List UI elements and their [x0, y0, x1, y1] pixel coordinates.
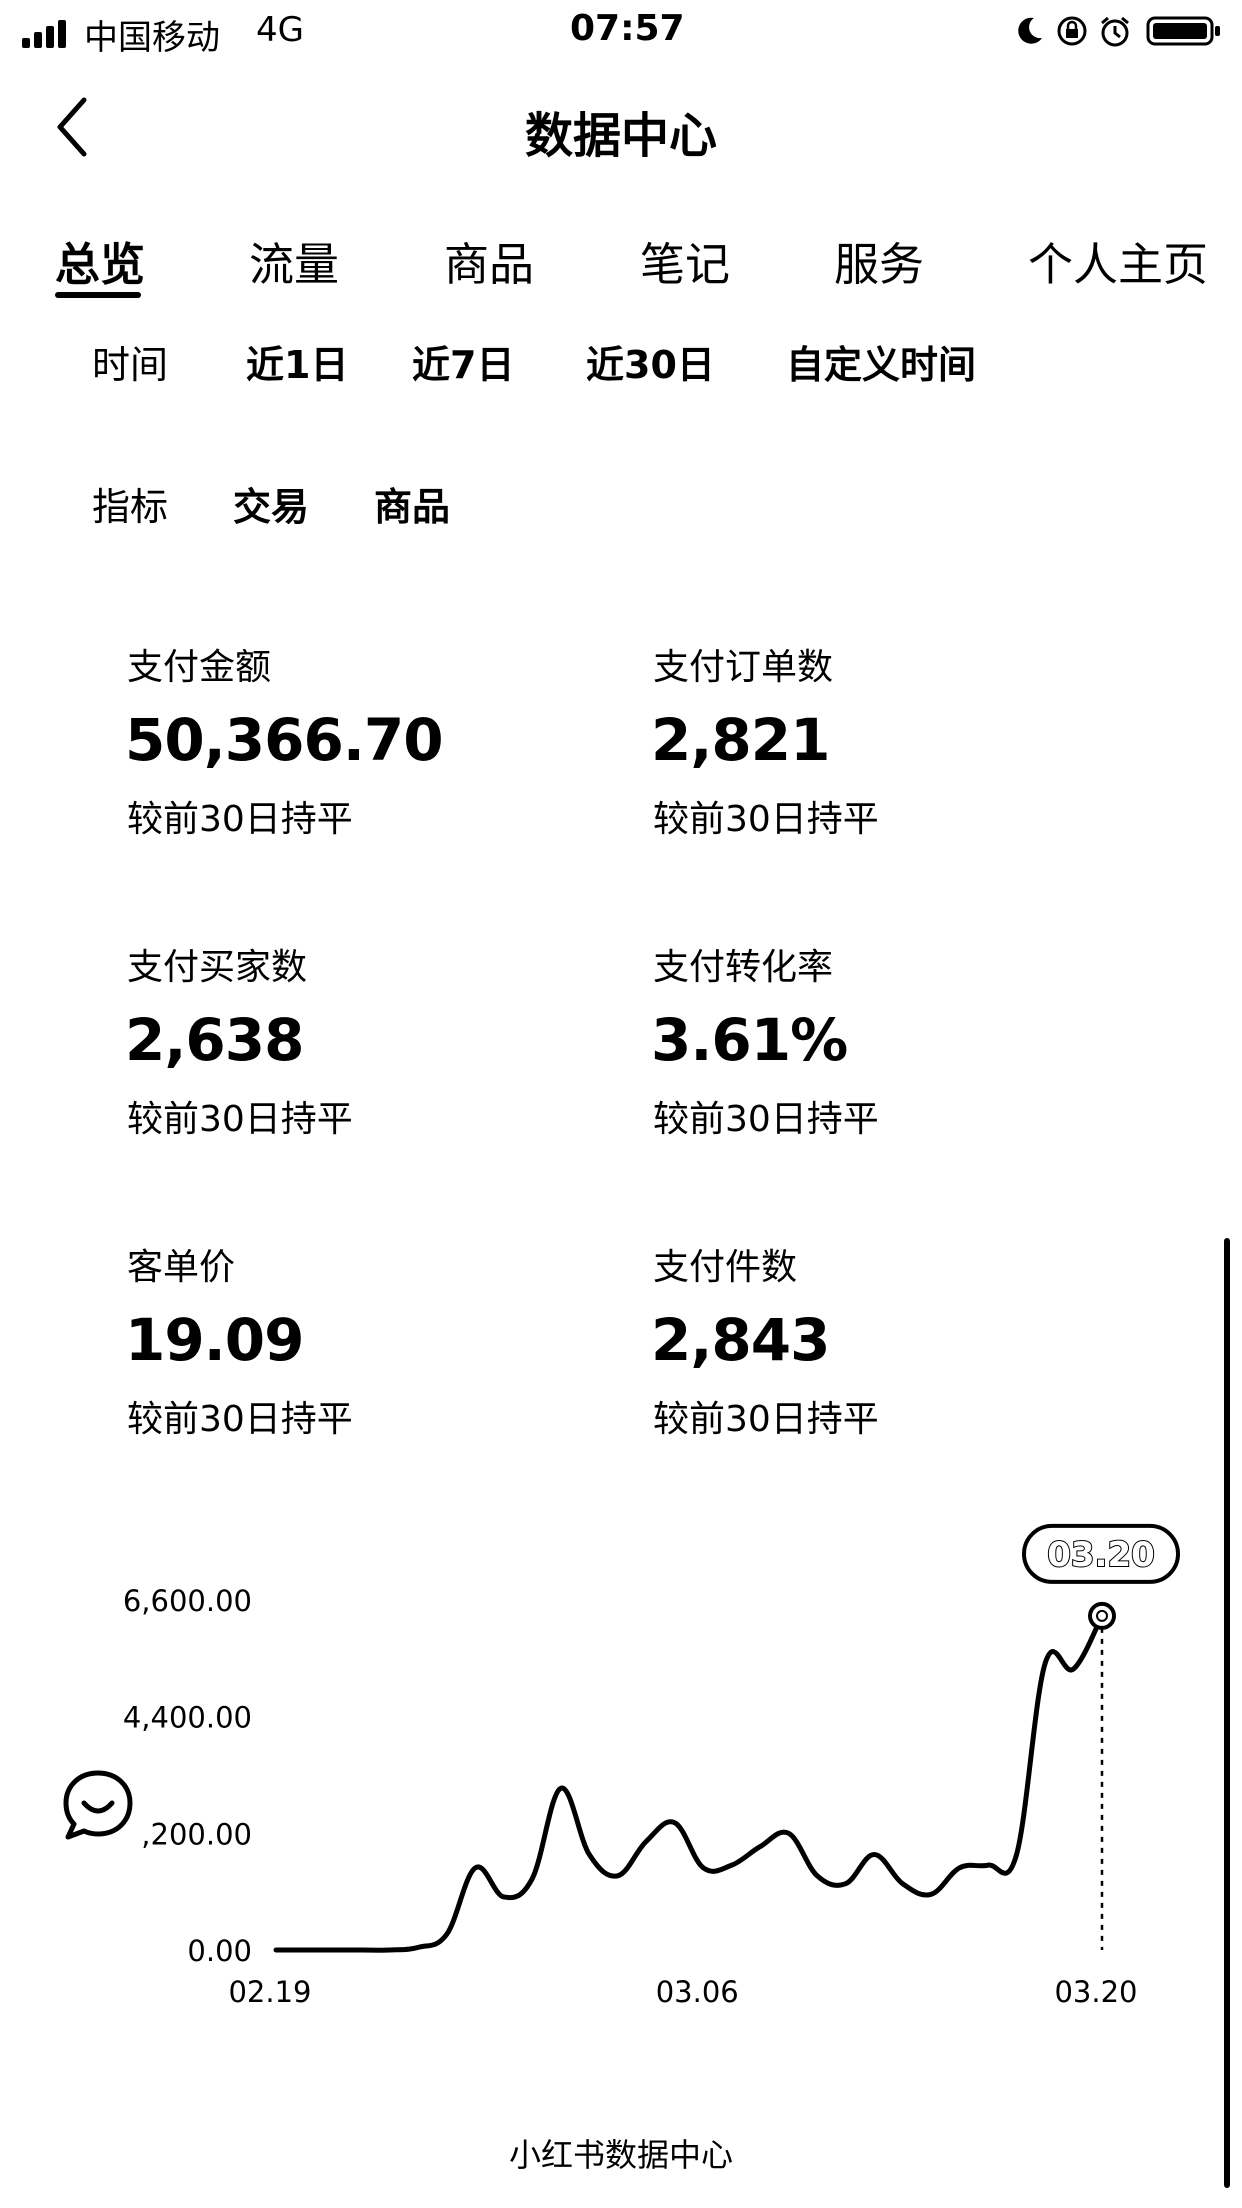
metric-value: 2,843	[651, 1306, 830, 1374]
time-option-1d[interactable]: 近1日	[246, 334, 348, 389]
battery-icon	[1146, 16, 1220, 46]
metric-value: 3.61%	[651, 1006, 848, 1074]
footer-text: 小红书数据中心	[508, 2136, 733, 2174]
page-title: 数据中心	[524, 108, 717, 164]
time-option-custom[interactable]: 自定义时间	[786, 334, 976, 389]
y-tick-label: ,200.00	[141, 1817, 252, 1851]
network-type: 4G	[256, 10, 304, 50]
time-filter-label: 时间	[92, 343, 169, 387]
rotation-lock-icon	[1057, 16, 1087, 46]
y-tick-label: 0.00	[187, 1934, 252, 1968]
metric-label: 支付金额	[127, 647, 272, 688]
y-tick-label: 6,600.00	[123, 1584, 252, 1618]
metric-comparison: 较前30日持平	[653, 1399, 879, 1440]
moon-icon	[1018, 17, 1042, 44]
time-option-7d[interactable]: 近7日	[412, 334, 514, 389]
tab-notes[interactable]: 笔记	[640, 228, 730, 293]
metric-comparison: 较前30日持平	[127, 1399, 353, 1440]
tab-products[interactable]: 商品	[444, 228, 534, 293]
indicator-filter-label: 指标	[92, 485, 169, 529]
alarm-icon	[1101, 16, 1129, 47]
metric-label: 支付转化率	[653, 947, 834, 988]
tab-profile[interactable]: 个人主页	[1028, 228, 1208, 293]
time-option-30d[interactable]: 近30日	[586, 334, 715, 389]
tab-service[interactable]: 服务	[834, 228, 924, 293]
status-time: 07:57	[570, 8, 685, 49]
chat-bubble-icon[interactable]	[58, 1765, 138, 1845]
metric-label: 支付买家数	[127, 947, 308, 988]
metric-comparison: 较前30日持平	[653, 1099, 879, 1140]
metric-label: 支付订单数	[653, 647, 834, 688]
tab-overview[interactable]: 总览	[55, 228, 145, 293]
indicator-option-product[interactable]: 商品	[374, 476, 450, 531]
trend-chart: 0.00 ,200.00 4,400.00 6,600.00 02.19 03.06 03…	[123, 1523, 1180, 2009]
scrollbar[interactable]	[1224, 1238, 1230, 2188]
carrier-name: 中国移动	[84, 18, 220, 58]
metric-value: 2,638	[125, 1006, 304, 1074]
metric-comparison: 较前30日持平	[127, 1099, 353, 1140]
metric-value: 19.09	[125, 1306, 304, 1374]
x-tick-label: 03.20	[1054, 1975, 1137, 2009]
metric-value: 2,821	[651, 706, 830, 774]
highlight-point	[1088, 1601, 1116, 1630]
x-tick-label: 03.06	[656, 1975, 739, 2009]
indicator-option-trade[interactable]: 交易	[233, 476, 309, 531]
y-tick-label: 4,400.00	[123, 1701, 252, 1735]
metric-label: 支付件数	[653, 1247, 798, 1288]
metric-label: 客单价	[127, 1247, 236, 1288]
tab-active-indicator	[55, 292, 141, 298]
tooltip-label: 03.20	[1047, 1535, 1155, 1575]
status-bar: 中国移动 4G 07:57	[0, 0, 1242, 62]
series-line	[273, 1613, 1105, 1953]
metric-comparison: 较前30日持平	[127, 799, 353, 840]
tab-traffic[interactable]: 流量	[249, 228, 339, 293]
x-tick-label: 02.19	[228, 1975, 311, 2009]
metric-comparison: 较前30日持平	[653, 799, 879, 840]
signal-icon	[22, 18, 72, 48]
metric-value: 50,366.70	[125, 706, 444, 774]
